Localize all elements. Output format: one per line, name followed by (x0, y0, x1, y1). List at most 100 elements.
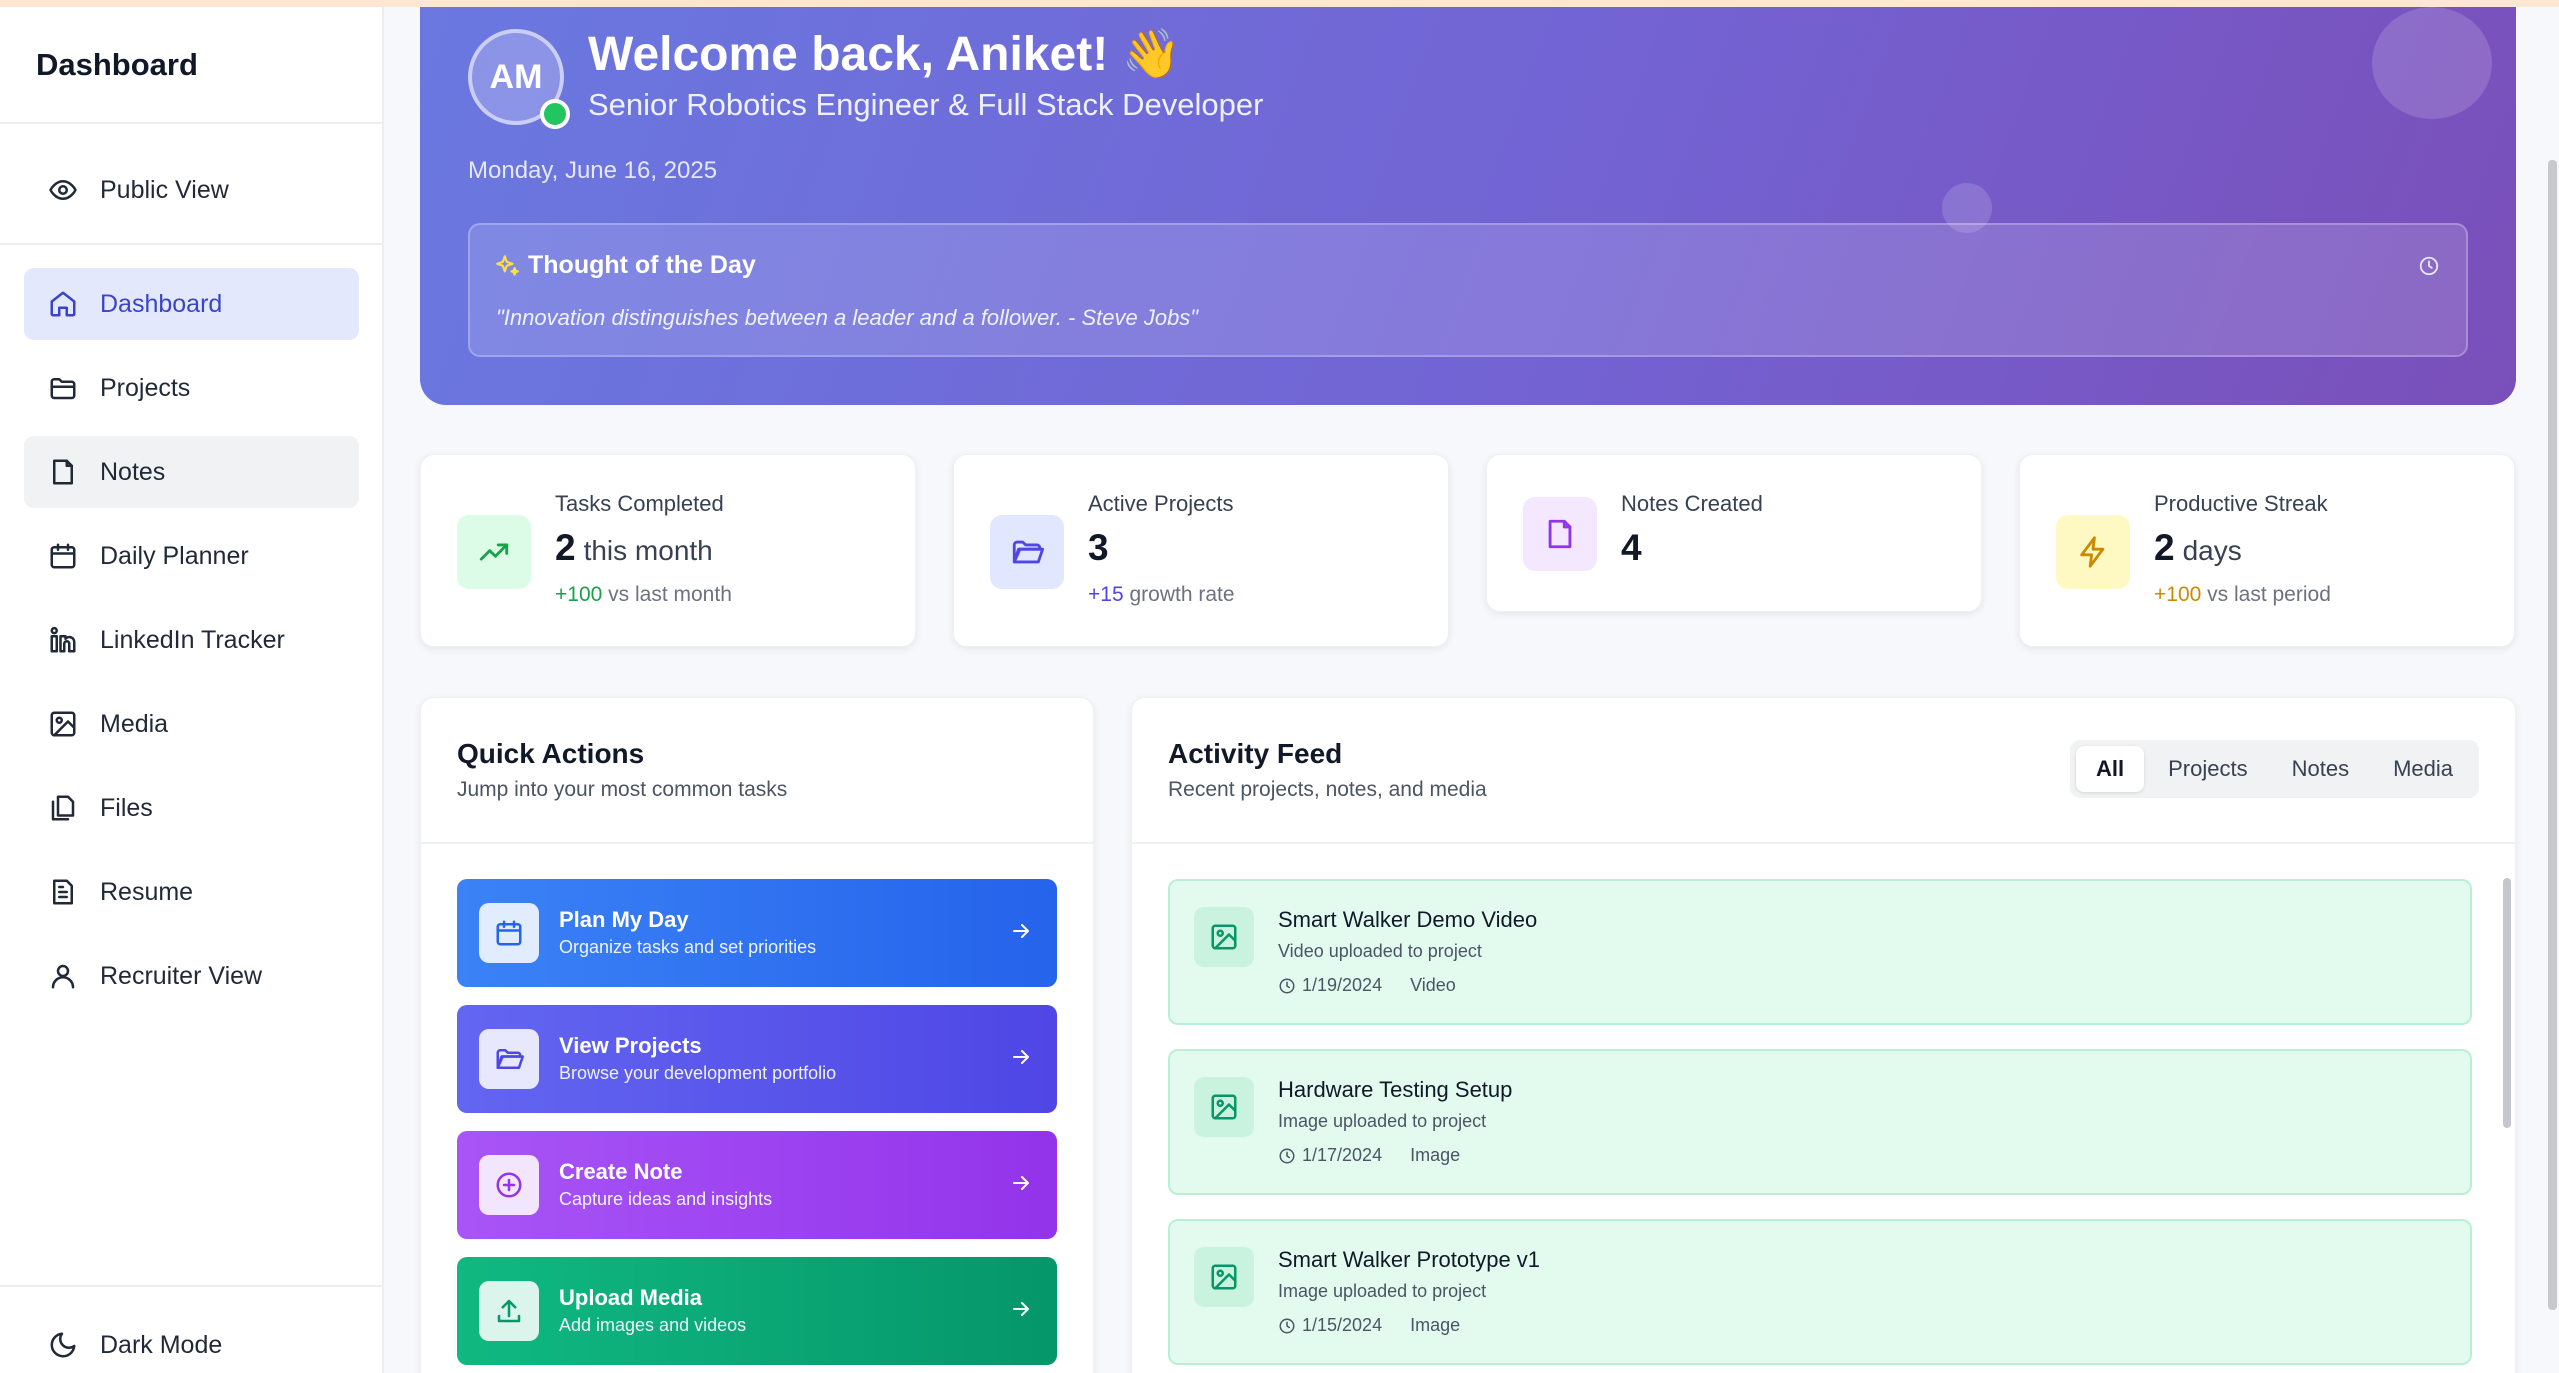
page-scrollbar[interactable] (2548, 160, 2557, 1310)
stat-card-tasks-completed: Tasks Completed 2 this month +100 vs last… (420, 454, 916, 647)
decorative-bubble (2372, 7, 2492, 119)
sidebar-item-notes[interactable]: Notes (24, 436, 359, 508)
sidebar-divider (0, 122, 382, 124)
activity-item[interactable]: Smart Walker Prototype v1 Image uploaded… (1168, 1219, 2472, 1365)
folder-open-icon (1012, 540, 1044, 564)
stat-icon-box (1523, 497, 1597, 571)
activity-date: 1/19/2024 (1302, 975, 1383, 995)
sidebar-item-media[interactable]: Media (24, 688, 359, 760)
note-icon (1548, 519, 1572, 549)
arrow-right-icon (1013, 1176, 1029, 1190)
stat-value: 4 (1621, 527, 1642, 568)
stat-delta-value: +100 (555, 583, 603, 606)
quick-actions-title: Quick Actions (457, 738, 645, 769)
sidebar-divider (0, 1285, 382, 1287)
create-note-button[interactable]: Create Note Capture ideas and insights (457, 1131, 1057, 1239)
top-accent-line (0, 0, 2559, 7)
sidebar-title: Dashboard (36, 47, 198, 82)
activity-date: 1/15/2024 (1302, 1315, 1383, 1335)
sidebar-item-label: Daily Planner (100, 541, 249, 570)
document-icon (53, 879, 73, 905)
folder-open-icon (496, 1049, 524, 1069)
clock-icon (1279, 1148, 1295, 1163)
online-status-dot (540, 99, 570, 129)
stat-delta-text: vs last month (608, 583, 732, 606)
activity-meta: 1/15/2024 Image (1278, 1315, 1460, 1336)
plus-circle-icon (496, 1172, 522, 1198)
activity-meta: 1/17/2024 Image (1278, 1145, 1460, 1166)
activity-icon-box (1194, 1247, 1254, 1307)
stat-delta-text: growth rate (1129, 583, 1235, 606)
tab-all[interactable]: All (2075, 746, 2145, 792)
stat-unit: days (2182, 535, 2242, 566)
quick-actions-subtitle: Jump into your most common tasks (457, 778, 788, 801)
quick-actions-panel: Quick Actions Jump into your most common… (420, 697, 1094, 1373)
sidebar-item-label: Notes (100, 457, 166, 486)
sidebar-item-resume[interactable]: Resume (24, 856, 359, 928)
activity-feed-scrollbar[interactable] (2503, 878, 2511, 1128)
panel-divider (1132, 842, 2515, 844)
view-projects-button[interactable]: View Projects Browse your development po… (457, 1005, 1057, 1113)
tab-projects[interactable]: Projects (2148, 746, 2267, 792)
sidebar-item-daily-planner[interactable]: Daily Planner (24, 520, 359, 592)
clock-icon[interactable] (2418, 255, 2440, 277)
sidebar-divider (0, 243, 382, 245)
stat-delta: +15 growth rate (1088, 583, 1235, 607)
activity-type: Video (1410, 975, 1456, 995)
activity-date: 1/17/2024 (1302, 1145, 1383, 1165)
sidebar-item-projects[interactable]: Projects (24, 352, 359, 424)
action-icon-box (479, 903, 539, 963)
welcome-banner: AM Welcome back, Aniket! 👋 Senior Roboti… (420, 7, 2516, 405)
sidebar-item-label: Media (100, 709, 169, 738)
stat-icon-box (990, 515, 1064, 589)
plan-my-day-button[interactable]: Plan My Day Organize tasks and set prior… (457, 879, 1057, 987)
activity-subtitle: Image uploaded to project (1278, 1281, 1487, 1301)
activity-type: Image (1410, 1315, 1461, 1335)
action-subtitle: Capture ideas and insights (559, 1189, 773, 1209)
activity-feed-panel: Activity Feed Recent projects, notes, an… (1131, 697, 2516, 1373)
action-icon-box (479, 1029, 539, 1089)
action-icon-box (479, 1155, 539, 1215)
sidebar-item-public-view[interactable]: Public View (24, 154, 359, 226)
stat-label: Productive Streak (2154, 491, 2328, 516)
arrow-right-icon (1013, 1050, 1029, 1064)
activity-subtitle: Video uploaded to project (1278, 941, 1482, 961)
sidebar-item-dashboard[interactable]: Dashboard (24, 268, 359, 340)
activity-feed-title: Activity Feed (1168, 738, 1343, 769)
stat-icon-box (457, 515, 531, 589)
sidebar-item-label: Files (100, 793, 153, 822)
clock-icon (1279, 978, 1295, 993)
action-title: Create Note (559, 1159, 683, 1184)
activity-icon-box (1194, 907, 1254, 967)
welcome-heading: Welcome back, Aniket! 👋 (588, 28, 1182, 81)
sidebar-item-label: Recruiter View (100, 961, 263, 990)
activity-filter-tabs: All Projects Notes Media (2069, 740, 2479, 798)
thought-title: Thought of the Day (528, 251, 756, 279)
home-icon (50, 291, 76, 317)
stat-value: 2 this month (555, 527, 713, 568)
thought-of-the-day-card: Thought of the Day "Innovation distingui… (468, 223, 2468, 357)
action-subtitle: Browse your development portfolio (559, 1063, 837, 1083)
action-title: Upload Media (559, 1285, 703, 1310)
action-title: Plan My Day (559, 907, 689, 932)
activity-title: Smart Walker Prototype v1 (1278, 1247, 1541, 1272)
tab-notes[interactable]: Notes (2272, 746, 2369, 792)
sidebar-item-linkedin-tracker[interactable]: LinkedIn Tracker (24, 604, 359, 676)
stat-label: Active Projects (1088, 491, 1234, 516)
arrow-right-icon (1013, 1302, 1029, 1316)
tab-media[interactable]: Media (2373, 746, 2473, 792)
sidebar-item-files[interactable]: Files (24, 772, 359, 844)
activity-feed-subtitle: Recent projects, notes, and media (1168, 778, 1487, 801)
eye-icon (49, 180, 77, 200)
upload-media-button[interactable]: Upload Media Add images and videos (457, 1257, 1057, 1365)
sidebar-item-recruiter-view[interactable]: Recruiter View (24, 940, 359, 1012)
stat-delta: +100 vs last month (555, 583, 732, 607)
activity-item[interactable]: Hardware Testing Setup Image uploaded to… (1168, 1049, 2472, 1195)
sidebar: Dashboard Public View Dashboard Projects… (0, 7, 384, 1373)
dark-mode-toggle[interactable]: Dark Mode (24, 1309, 359, 1373)
stat-value: 2 days (2154, 527, 2242, 568)
activity-icon-box (1194, 1077, 1254, 1137)
action-title: View Projects (559, 1033, 702, 1058)
trending-up-icon (479, 543, 509, 561)
activity-item[interactable]: Smart Walker Demo Video Video uploaded t… (1168, 879, 2472, 1025)
